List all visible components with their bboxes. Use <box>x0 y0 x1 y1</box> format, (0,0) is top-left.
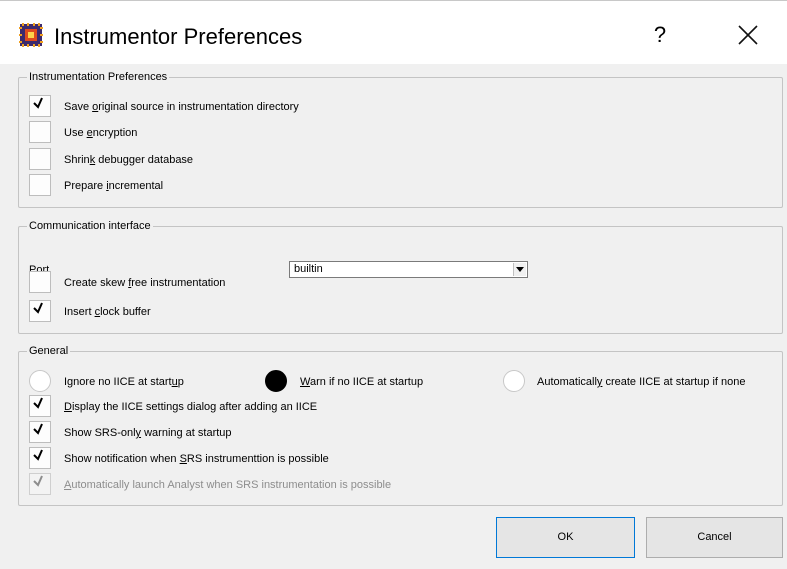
close-icon <box>738 25 758 45</box>
insert-clock-buffer-label: Insert clock buffer <box>64 306 151 318</box>
ignore-no-iice-radio[interactable] <box>29 370 51 392</box>
insert-clock-buffer-checkbox[interactable] <box>29 300 51 322</box>
use-encryption-label: Use encryption <box>64 127 138 139</box>
group-legend: Communication interface <box>27 219 153 233</box>
display-iice-settings-checkbox[interactable] <box>29 395 51 417</box>
shrink-debugger-database-label: Shrink debugger database <box>64 154 194 166</box>
check-icon <box>33 97 43 109</box>
shrink-debugger-database-checkbox[interactable] <box>29 148 51 170</box>
check-icon <box>33 449 43 461</box>
instrumentation-preferences-group: Instrumentation Preferences Save origina… <box>18 70 783 208</box>
ignore-no-iice-label: Ignore no IICE at startup <box>64 376 184 388</box>
close-button[interactable] <box>726 15 770 55</box>
save-original-source-label: Save original source in instrumentation … <box>64 101 299 113</box>
port-select[interactable]: builtin <box>289 261 528 278</box>
show-srs-only-warning-label: Show SRS-only warning at startup <box>64 427 232 439</box>
ok-button[interactable]: OK <box>496 517 635 558</box>
show-srs-only-warning-checkbox[interactable] <box>29 421 51 443</box>
prepare-incremental-checkbox[interactable] <box>29 174 51 196</box>
auto-create-iice-radio[interactable] <box>503 370 525 392</box>
show-notification-checkbox[interactable] <box>29 447 51 469</box>
cancel-button[interactable]: Cancel <box>646 517 783 558</box>
dropdown-arrow[interactable] <box>513 263 526 276</box>
window-title: Instrumentor Preferences <box>54 24 303 49</box>
title-bar: Instrumentor Preferences ? <box>0 0 787 64</box>
general-group: General Ignore no IICE at startup Warn i… <box>18 344 783 506</box>
use-encryption-checkbox[interactable] <box>29 121 51 143</box>
check-icon <box>33 302 43 314</box>
chevron-down-icon <box>516 267 524 272</box>
create-skew-free-label: Create skew free instrumentation <box>64 277 226 289</box>
help-button[interactable]: ? <box>640 15 680 55</box>
display-iice-settings-label: Display the IICE settings dialog after a… <box>64 401 318 413</box>
warn-no-iice-radio[interactable] <box>265 370 287 392</box>
create-skew-free-checkbox[interactable] <box>29 271 51 293</box>
check-icon <box>33 475 43 487</box>
warn-no-iice-label: Warn if no IICE at startup <box>300 376 424 388</box>
communication-interface-group: Communication interface Port builtin Cre… <box>18 219 783 334</box>
save-original-source-checkbox[interactable] <box>29 95 51 117</box>
port-select-value: builtin <box>294 263 323 275</box>
ignore-no-iice-option[interactable]: Ignore no IICE at startup <box>29 370 269 394</box>
auto-launch-analyst-checkbox <box>29 473 51 495</box>
chip-icon <box>19 23 43 47</box>
auto-create-iice-label: Automatically create IICE at startup if … <box>537 376 746 388</box>
auto-launch-analyst-label: Automatically launch Analyst when SRS in… <box>64 479 392 491</box>
show-notification-label: Show notification when SRS instrumenttio… <box>64 453 329 465</box>
prepare-incremental-label: Prepare incremental <box>64 180 164 192</box>
dialog-content: Instrumentation Preferences Save origina… <box>0 64 787 569</box>
warn-no-iice-option[interactable]: Warn if no IICE at startup <box>265 370 485 394</box>
auto-create-iice-option[interactable]: Automatically create IICE at startup if … <box>503 370 778 394</box>
check-icon <box>33 423 43 435</box>
check-icon <box>33 397 43 409</box>
group-legend: Instrumentation Preferences <box>27 70 170 84</box>
group-legend: General <box>27 344 71 358</box>
